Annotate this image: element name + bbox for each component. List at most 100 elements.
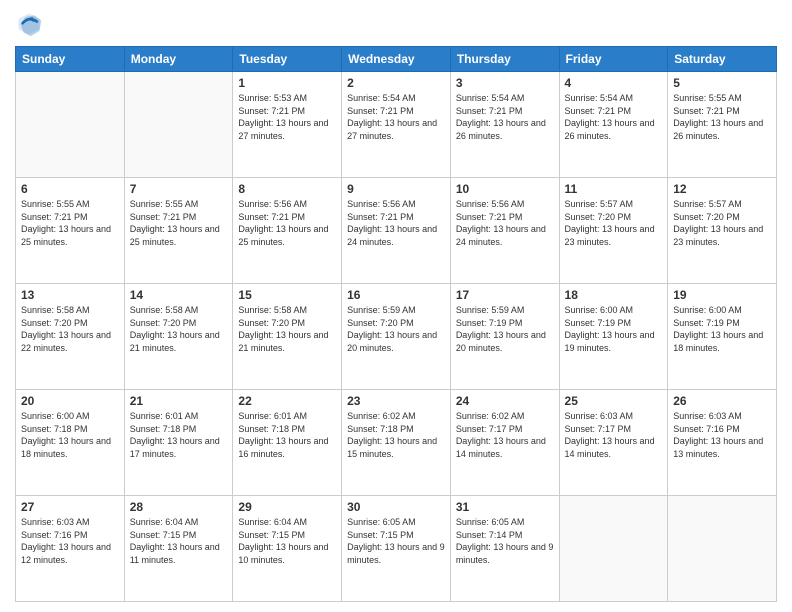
day-number: 1 bbox=[238, 76, 336, 90]
day-number: 9 bbox=[347, 182, 445, 196]
cell-text: Sunrise: 6:01 AM Sunset: 7:18 PM Dayligh… bbox=[130, 410, 228, 460]
day-number: 19 bbox=[673, 288, 771, 302]
cell-text: Sunrise: 5:58 AM Sunset: 7:20 PM Dayligh… bbox=[238, 304, 336, 354]
calendar-week-row: 6 Sunrise: 5:55 AM Sunset: 7:21 PM Daylig… bbox=[16, 178, 777, 284]
day-number: 28 bbox=[130, 500, 228, 514]
cell-text: Sunrise: 6:03 AM Sunset: 7:16 PM Dayligh… bbox=[21, 516, 119, 566]
calendar-week-row: 20 Sunrise: 6:00 AM Sunset: 7:18 PM Dayli… bbox=[16, 390, 777, 496]
day-number: 22 bbox=[238, 394, 336, 408]
cell-text: Sunrise: 5:56 AM Sunset: 7:21 PM Dayligh… bbox=[456, 198, 554, 248]
calendar-week-row: 27Sunrise: 6:03 AM Sunset: 7:16 PM Dayli… bbox=[16, 496, 777, 602]
cell-text: Sunrise: 6:04 AM Sunset: 7:15 PM Dayligh… bbox=[238, 516, 336, 566]
logo bbox=[15, 10, 47, 38]
day-number: 26 bbox=[673, 394, 771, 408]
col-thursday: Thursday bbox=[450, 47, 559, 72]
day-number: 25 bbox=[565, 394, 663, 408]
day-number: 24 bbox=[456, 394, 554, 408]
calendar-page: Sunday Monday Tuesday Wednesday Thursday… bbox=[0, 0, 792, 612]
day-number: 11 bbox=[565, 182, 663, 196]
cell-text: Sunrise: 6:03 AM Sunset: 7:17 PM Dayligh… bbox=[565, 410, 663, 460]
table-row: 25 Sunrise: 6:03 AM Sunset: 7:17 PM Dayli… bbox=[559, 390, 668, 496]
cell-text: Sunrise: 5:53 AM Sunset: 7:21 PM Dayligh… bbox=[238, 92, 336, 142]
cell-text: Sunrise: 6:02 AM Sunset: 7:18 PM Dayligh… bbox=[347, 410, 445, 460]
cell-text: Sunrise: 6:00 AM Sunset: 7:19 PM Dayligh… bbox=[565, 304, 663, 354]
table-row: 9 Sunrise: 5:56 AM Sunset: 7:21 PM Daylig… bbox=[342, 178, 451, 284]
day-number: 2 bbox=[347, 76, 445, 90]
day-number: 10 bbox=[456, 182, 554, 196]
header bbox=[15, 10, 777, 38]
table-row bbox=[668, 496, 777, 602]
cell-text: Sunrise: 5:54 AM Sunset: 7:21 PM Dayligh… bbox=[565, 92, 663, 142]
table-row bbox=[124, 72, 233, 178]
day-number: 23 bbox=[347, 394, 445, 408]
cell-text: Sunrise: 5:58 AM Sunset: 7:20 PM Dayligh… bbox=[130, 304, 228, 354]
cell-text: Sunrise: 5:56 AM Sunset: 7:21 PM Dayligh… bbox=[347, 198, 445, 248]
calendar-week-row: 1 Sunrise: 5:53 AM Sunset: 7:21 PM Daylig… bbox=[16, 72, 777, 178]
table-row: 17 Sunrise: 5:59 AM Sunset: 7:19 PM Dayli… bbox=[450, 284, 559, 390]
day-number: 31 bbox=[456, 500, 554, 514]
table-row: 7 Sunrise: 5:55 AM Sunset: 7:21 PM Daylig… bbox=[124, 178, 233, 284]
col-friday: Friday bbox=[559, 47, 668, 72]
table-row: 13 Sunrise: 5:58 AM Sunset: 7:20 PM Dayli… bbox=[16, 284, 125, 390]
cell-text: Sunrise: 6:02 AM Sunset: 7:17 PM Dayligh… bbox=[456, 410, 554, 460]
table-row: 29 Sunrise: 6:04 AM Sunset: 7:15 PM Dayli… bbox=[233, 496, 342, 602]
table-row: 18 Sunrise: 6:00 AM Sunset: 7:19 PM Dayli… bbox=[559, 284, 668, 390]
cell-text: Sunrise: 5:57 AM Sunset: 7:20 PM Dayligh… bbox=[565, 198, 663, 248]
table-row: 16Sunrise: 5:59 AM Sunset: 7:20 PM Dayli… bbox=[342, 284, 451, 390]
table-row: 26 Sunrise: 6:03 AM Sunset: 7:16 PM Dayli… bbox=[668, 390, 777, 496]
day-number: 18 bbox=[565, 288, 663, 302]
cell-text: Sunrise: 5:54 AM Sunset: 7:21 PM Dayligh… bbox=[347, 92, 445, 142]
logo-icon bbox=[15, 10, 43, 38]
day-number: 8 bbox=[238, 182, 336, 196]
cell-text: Sunrise: 5:54 AM Sunset: 7:21 PM Dayligh… bbox=[456, 92, 554, 142]
table-row bbox=[559, 496, 668, 602]
cell-text: Sunrise: 6:01 AM Sunset: 7:18 PM Dayligh… bbox=[238, 410, 336, 460]
col-tuesday: Tuesday bbox=[233, 47, 342, 72]
calendar-header-row: Sunday Monday Tuesday Wednesday Thursday… bbox=[16, 47, 777, 72]
table-row: 31 Sunrise: 6:05 AM Sunset: 7:14 PM Dayli… bbox=[450, 496, 559, 602]
day-number: 16 bbox=[347, 288, 445, 302]
col-saturday: Saturday bbox=[668, 47, 777, 72]
table-row: 5 Sunrise: 5:55 AM Sunset: 7:21 PM Daylig… bbox=[668, 72, 777, 178]
cell-text: Sunrise: 6:00 AM Sunset: 7:19 PM Dayligh… bbox=[673, 304, 771, 354]
cell-text: Sunrise: 6:05 AM Sunset: 7:15 PM Dayligh… bbox=[347, 516, 445, 566]
col-wednesday: Wednesday bbox=[342, 47, 451, 72]
day-number: 13 bbox=[21, 288, 119, 302]
table-row: 6 Sunrise: 5:55 AM Sunset: 7:21 PM Daylig… bbox=[16, 178, 125, 284]
table-row: 30 Sunrise: 6:05 AM Sunset: 7:15 PM Dayli… bbox=[342, 496, 451, 602]
cell-text: Sunrise: 6:05 AM Sunset: 7:14 PM Dayligh… bbox=[456, 516, 554, 566]
day-number: 15 bbox=[238, 288, 336, 302]
day-number: 17 bbox=[456, 288, 554, 302]
cell-text: Sunrise: 5:58 AM Sunset: 7:20 PM Dayligh… bbox=[21, 304, 119, 354]
cell-text: Sunrise: 6:04 AM Sunset: 7:15 PM Dayligh… bbox=[130, 516, 228, 566]
calendar-table: Sunday Monday Tuesday Wednesday Thursday… bbox=[15, 46, 777, 602]
day-number: 4 bbox=[565, 76, 663, 90]
cell-text: Sunrise: 5:57 AM Sunset: 7:20 PM Dayligh… bbox=[673, 198, 771, 248]
table-row: 3 Sunrise: 5:54 AM Sunset: 7:21 PM Daylig… bbox=[450, 72, 559, 178]
cell-text: Sunrise: 5:59 AM Sunset: 7:19 PM Dayligh… bbox=[456, 304, 554, 354]
cell-text: Sunrise: 5:55 AM Sunset: 7:21 PM Dayligh… bbox=[673, 92, 771, 142]
day-number: 3 bbox=[456, 76, 554, 90]
day-number: 20 bbox=[21, 394, 119, 408]
cell-text: Sunrise: 5:55 AM Sunset: 7:21 PM Dayligh… bbox=[130, 198, 228, 248]
col-monday: Monday bbox=[124, 47, 233, 72]
cell-text: Sunrise: 5:55 AM Sunset: 7:21 PM Dayligh… bbox=[21, 198, 119, 248]
day-number: 30 bbox=[347, 500, 445, 514]
table-row: 19 Sunrise: 6:00 AM Sunset: 7:19 PM Dayli… bbox=[668, 284, 777, 390]
table-row: 27Sunrise: 6:03 AM Sunset: 7:16 PM Dayli… bbox=[16, 496, 125, 602]
cell-text: Sunrise: 6:00 AM Sunset: 7:18 PM Dayligh… bbox=[21, 410, 119, 460]
day-number: 14 bbox=[130, 288, 228, 302]
table-row: 28 Sunrise: 6:04 AM Sunset: 7:15 PM Dayli… bbox=[124, 496, 233, 602]
table-row: 1 Sunrise: 5:53 AM Sunset: 7:21 PM Daylig… bbox=[233, 72, 342, 178]
table-row: 8Sunrise: 5:56 AM Sunset: 7:21 PM Daylig… bbox=[233, 178, 342, 284]
day-number: 29 bbox=[238, 500, 336, 514]
table-row: 12 Sunrise: 5:57 AM Sunset: 7:20 PM Dayli… bbox=[668, 178, 777, 284]
day-number: 12 bbox=[673, 182, 771, 196]
cell-text: Sunrise: 6:03 AM Sunset: 7:16 PM Dayligh… bbox=[673, 410, 771, 460]
day-number: 21 bbox=[130, 394, 228, 408]
day-number: 6 bbox=[21, 182, 119, 196]
table-row: 22 Sunrise: 6:01 AM Sunset: 7:18 PM Dayli… bbox=[233, 390, 342, 496]
calendar-week-row: 13 Sunrise: 5:58 AM Sunset: 7:20 PM Dayli… bbox=[16, 284, 777, 390]
day-number: 7 bbox=[130, 182, 228, 196]
day-number: 5 bbox=[673, 76, 771, 90]
